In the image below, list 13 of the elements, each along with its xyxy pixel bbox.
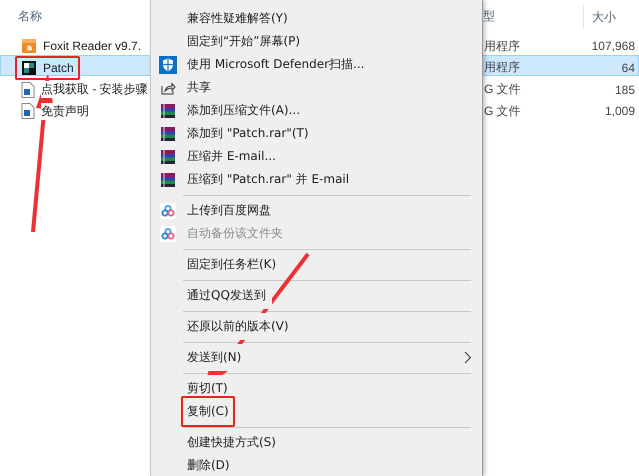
file-size: 185 — [614, 82, 636, 96]
menu-item-label: 复制(C) — [181, 396, 235, 427]
file-size: 107,968 — [590, 39, 636, 53]
file-type: 用程序 — [484, 38, 521, 54]
file-size: 1,009 — [604, 104, 636, 118]
file-name: Patch — [43, 60, 74, 74]
file-name: 免责声明 — [41, 102, 89, 120]
file-type: G 文件 — [484, 81, 522, 98]
file-type: G 文件 — [484, 102, 522, 120]
file-size: 64 — [620, 60, 636, 74]
file-type: 用程序 — [484, 59, 521, 76]
file-name: Foxit Reader v9.7. — [43, 39, 142, 53]
file-name: 点我获取 - 安装步骤 — [41, 81, 148, 98]
